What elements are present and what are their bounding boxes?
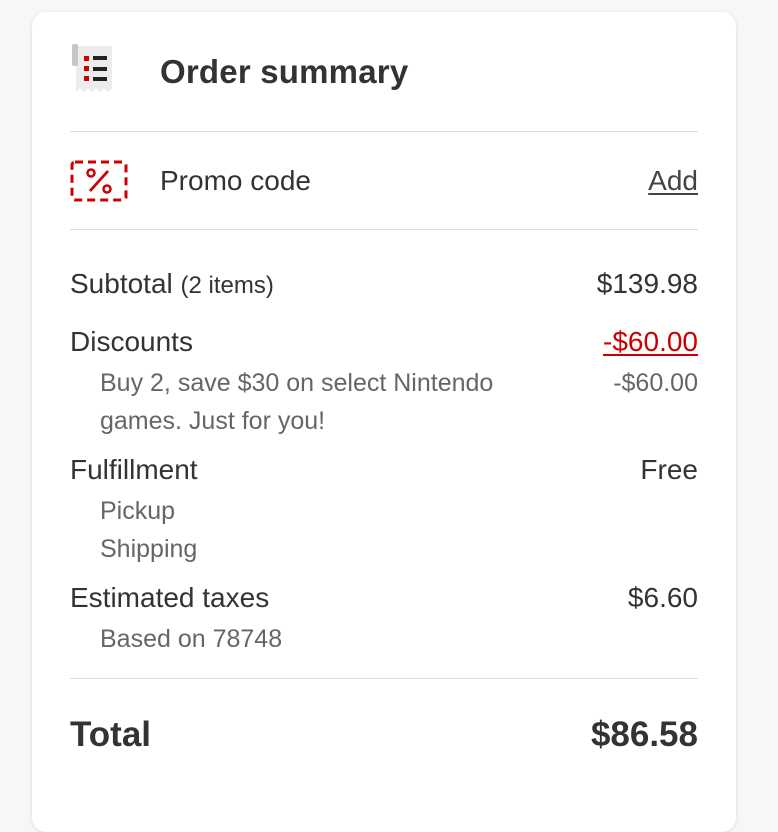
estimated-taxes-row: Estimated taxes $6.60 <box>70 582 698 614</box>
discount-detail-row: Buy 2, save $30 on select Nintendo games… <box>70 364 698 440</box>
total-value: $86.58 <box>590 715 698 754</box>
percent-tag-icon <box>70 160 128 202</box>
promo-code-label: Promo code <box>160 164 311 196</box>
subtotal-label-group: Subtotal (2 items) <box>70 268 274 300</box>
order-summary-header: Order summary <box>70 12 698 132</box>
receipt-icon <box>70 42 122 98</box>
order-summary-card: Order summary Promo code Add Subtotal (2… <box>32 12 736 832</box>
page-title: Order summary <box>160 52 409 90</box>
discounts-row: Discounts -$60.00 <box>70 326 698 358</box>
fulfillment-value: Free <box>640 454 698 485</box>
taxes-note: Based on 78748 <box>100 625 283 653</box>
fulfillment-method-pickup: Pickup <box>70 492 698 530</box>
price-breakdown: Subtotal (2 items) $139.98 Discounts -$6… <box>70 230 698 679</box>
discount-detail-value: -$60.00 <box>613 369 698 397</box>
subtotal-label: Subtotal <box>70 268 173 299</box>
discounts-label: Discounts <box>70 326 193 357</box>
estimated-taxes-label: Estimated taxes <box>70 582 270 613</box>
subtotal-row: Subtotal (2 items) $139.98 <box>70 268 698 300</box>
total-row: Total $86.58 <box>70 679 698 791</box>
subtotal-value: $139.98 <box>596 268 698 299</box>
fulfillment-method-shipping: Shipping <box>70 530 698 568</box>
subtotal-item-count: (2 items) <box>180 272 274 299</box>
discount-detail-text: Buy 2, save $30 on select Nintendo games… <box>100 369 494 435</box>
fulfillment-method-label: Shipping <box>100 535 198 563</box>
fulfillment-method-label: Pickup <box>100 497 176 525</box>
total-label: Total <box>70 715 152 754</box>
add-promo-code-link[interactable]: Add <box>648 165 698 197</box>
fulfillment-label: Fulfillment <box>70 454 198 485</box>
fulfillment-row: Fulfillment Free <box>70 454 698 486</box>
taxes-note-row: Based on 78748 <box>70 620 698 658</box>
promo-code-row[interactable]: Promo code Add <box>70 132 698 230</box>
discounts-value-link[interactable]: -$60.00 <box>603 326 698 358</box>
estimated-taxes-value: $6.60 <box>627 582 698 613</box>
